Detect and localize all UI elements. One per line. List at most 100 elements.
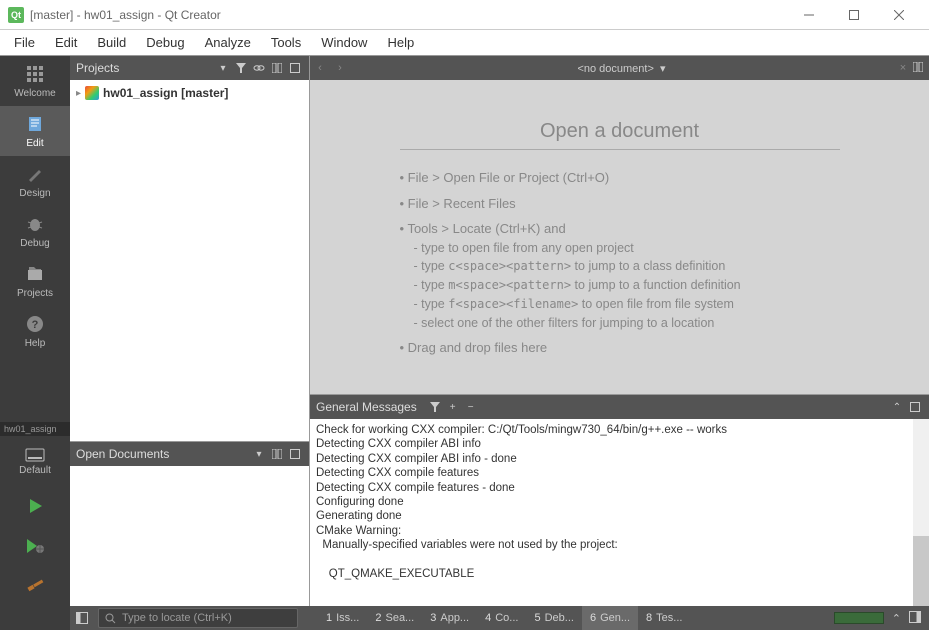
locator-placeholder: Type to locate (Ctrl+K) (122, 612, 232, 624)
menu-analyze[interactable]: Analyze (195, 31, 261, 54)
message-line: Check for working CXX compiler: C:/Qt/To… (316, 423, 923, 437)
maximize-button[interactable] (831, 1, 876, 29)
mode-selector-bar: Welcome Edit Design Debug Projects? Help hw01… (0, 56, 70, 606)
messages-panel-title: General Messages (316, 400, 417, 414)
edit-icon (24, 113, 46, 135)
close-panel-icon[interactable] (287, 446, 303, 462)
menu-edit[interactable]: Edit (45, 31, 87, 54)
message-line: Detecting CXX compiler ABI info (316, 437, 923, 451)
kit-selector: hw01_assign Default (0, 422, 70, 486)
message-line: Detecting CXX compiler ABI info - done (316, 452, 923, 466)
welcome-title: Open a document (400, 120, 840, 150)
output-tab-2[interactable]: 2 Sea... (367, 606, 422, 630)
menu-build[interactable]: Build (87, 31, 136, 54)
split-icon[interactable] (269, 446, 285, 462)
close-button[interactable] (876, 1, 921, 29)
svg-text:?: ? (32, 319, 39, 331)
split-editor-icon[interactable] (913, 62, 923, 75)
filter-icon[interactable] (233, 60, 249, 76)
message-line: Generating done (316, 509, 923, 523)
mode-label: Debug (20, 238, 49, 249)
scrollbar-thumb[interactable] (913, 536, 929, 606)
titlebar: Qt [master] - hw01_assign - Qt Creator (0, 0, 929, 30)
message-line: Detecting CXX compile features - done (316, 481, 923, 495)
mode-label: Design (19, 188, 50, 199)
mode-label: Help (25, 338, 46, 349)
hint-locate: • Tools > Locate (Ctrl+K) and - type to … (400, 219, 840, 332)
debug-run-button[interactable] (0, 526, 70, 566)
output-tab-4[interactable]: 4 Co... (477, 606, 526, 630)
message-line: QT_QMAKE_EXECUTABLE (316, 567, 923, 581)
output-tab-3[interactable]: 3 App... (422, 606, 477, 630)
editor-placeholder: Open a document • File > Open File or Pr… (310, 80, 929, 394)
close-panel-icon[interactable] (907, 399, 923, 415)
mode-help[interactable]: ? Help (0, 306, 70, 356)
project-root-row[interactable]: ▸ hw01_assign [master] (74, 84, 305, 102)
link-icon[interactable] (251, 60, 267, 76)
expand-status-icon[interactable]: ⌃ (892, 612, 901, 625)
build-button[interactable] (0, 566, 70, 606)
minimize-button[interactable] (786, 1, 831, 29)
open-documents-list[interactable] (70, 466, 309, 606)
output-tab-6[interactable]: 6 Gen... (582, 606, 638, 630)
collapse-icon[interactable]: ⌃ (889, 399, 905, 415)
locator-input[interactable]: Type to locate (Ctrl+K) (98, 608, 298, 628)
menu-help[interactable]: Help (377, 31, 424, 54)
message-line (316, 552, 923, 566)
close-doc-button[interactable]: × (893, 62, 913, 74)
chevron-down-icon[interactable]: ▾ (251, 446, 267, 462)
chevron-down-icon[interactable]: ▾ (215, 60, 231, 76)
messages-panel-header: General Messages + − ⌃ (310, 395, 929, 419)
nav-forward-button[interactable]: › (330, 62, 350, 74)
message-line: Configuring done (316, 495, 923, 509)
filter-icon[interactable] (427, 399, 443, 415)
close-panel-icon[interactable] (287, 60, 303, 76)
output-tab-8[interactable]: 8 Tes... (638, 606, 690, 630)
menu-debug[interactable]: Debug (136, 31, 194, 54)
search-icon (105, 613, 116, 624)
mode-projects[interactable]: Projects (0, 256, 70, 306)
debug-icon (24, 213, 46, 235)
zoom-out-icon[interactable]: − (463, 399, 479, 415)
hint-dragdrop: • Drag and drop files here (400, 338, 840, 358)
menu-file[interactable]: File (4, 31, 45, 54)
run-button[interactable] (0, 486, 70, 526)
nav-back-button[interactable]: ‹ (310, 62, 330, 74)
app-icon: Qt (8, 7, 24, 23)
projects-panel-header: Projects ▾ (70, 56, 309, 80)
progress-indicator (834, 612, 884, 624)
messages-output[interactable]: Check for working CXX compiler: C:/Qt/To… (310, 419, 929, 606)
output-tab-1[interactable]: 1 Iss... (318, 606, 367, 630)
hint-recent-files: • File > Recent Files (400, 194, 840, 214)
output-tab-5[interactable]: 5 Deb... (526, 606, 581, 630)
toggle-right-sidebar[interactable] (909, 611, 921, 626)
menu-window[interactable]: Window (311, 31, 377, 54)
mode-welcome[interactable]: Welcome (0, 56, 70, 106)
menu-tools[interactable]: Tools (261, 31, 311, 54)
mode-debug[interactable]: Debug (0, 206, 70, 256)
hint-open-file: • File > Open File or Project (Ctrl+O) (400, 168, 840, 188)
kit-config-selector[interactable]: Default (0, 436, 70, 486)
message-line: CMake Warning: (316, 524, 923, 538)
project-icon (85, 86, 99, 100)
projects-panel-title: Projects (76, 61, 119, 75)
mode-label: Projects (17, 288, 53, 299)
welcome-icon (24, 63, 46, 85)
mode-design[interactable]: Design (0, 156, 70, 206)
document-selector[interactable]: <no document> ▾ (350, 62, 893, 75)
help-icon: ? (24, 313, 46, 335)
mode-edit[interactable]: Edit (0, 106, 70, 156)
projects-tree[interactable]: ▸ hw01_assign [master] (70, 80, 309, 441)
message-line: Manually-specified variables were not us… (316, 538, 923, 552)
open-documents-header: Open Documents ▾ (70, 442, 309, 466)
open-documents-title: Open Documents (76, 447, 169, 461)
zoom-in-icon[interactable]: + (445, 399, 461, 415)
kit-project-label: hw01_assign (0, 422, 70, 436)
sidebar-toggle[interactable] (70, 606, 94, 630)
project-root-name: hw01_assign [master] (103, 86, 228, 100)
message-line: Detecting CXX compile features (316, 466, 923, 480)
split-icon[interactable] (269, 60, 285, 76)
expand-icon[interactable]: ▸ (76, 88, 81, 99)
mode-label: Welcome (14, 88, 56, 99)
projects-icon (24, 263, 46, 285)
